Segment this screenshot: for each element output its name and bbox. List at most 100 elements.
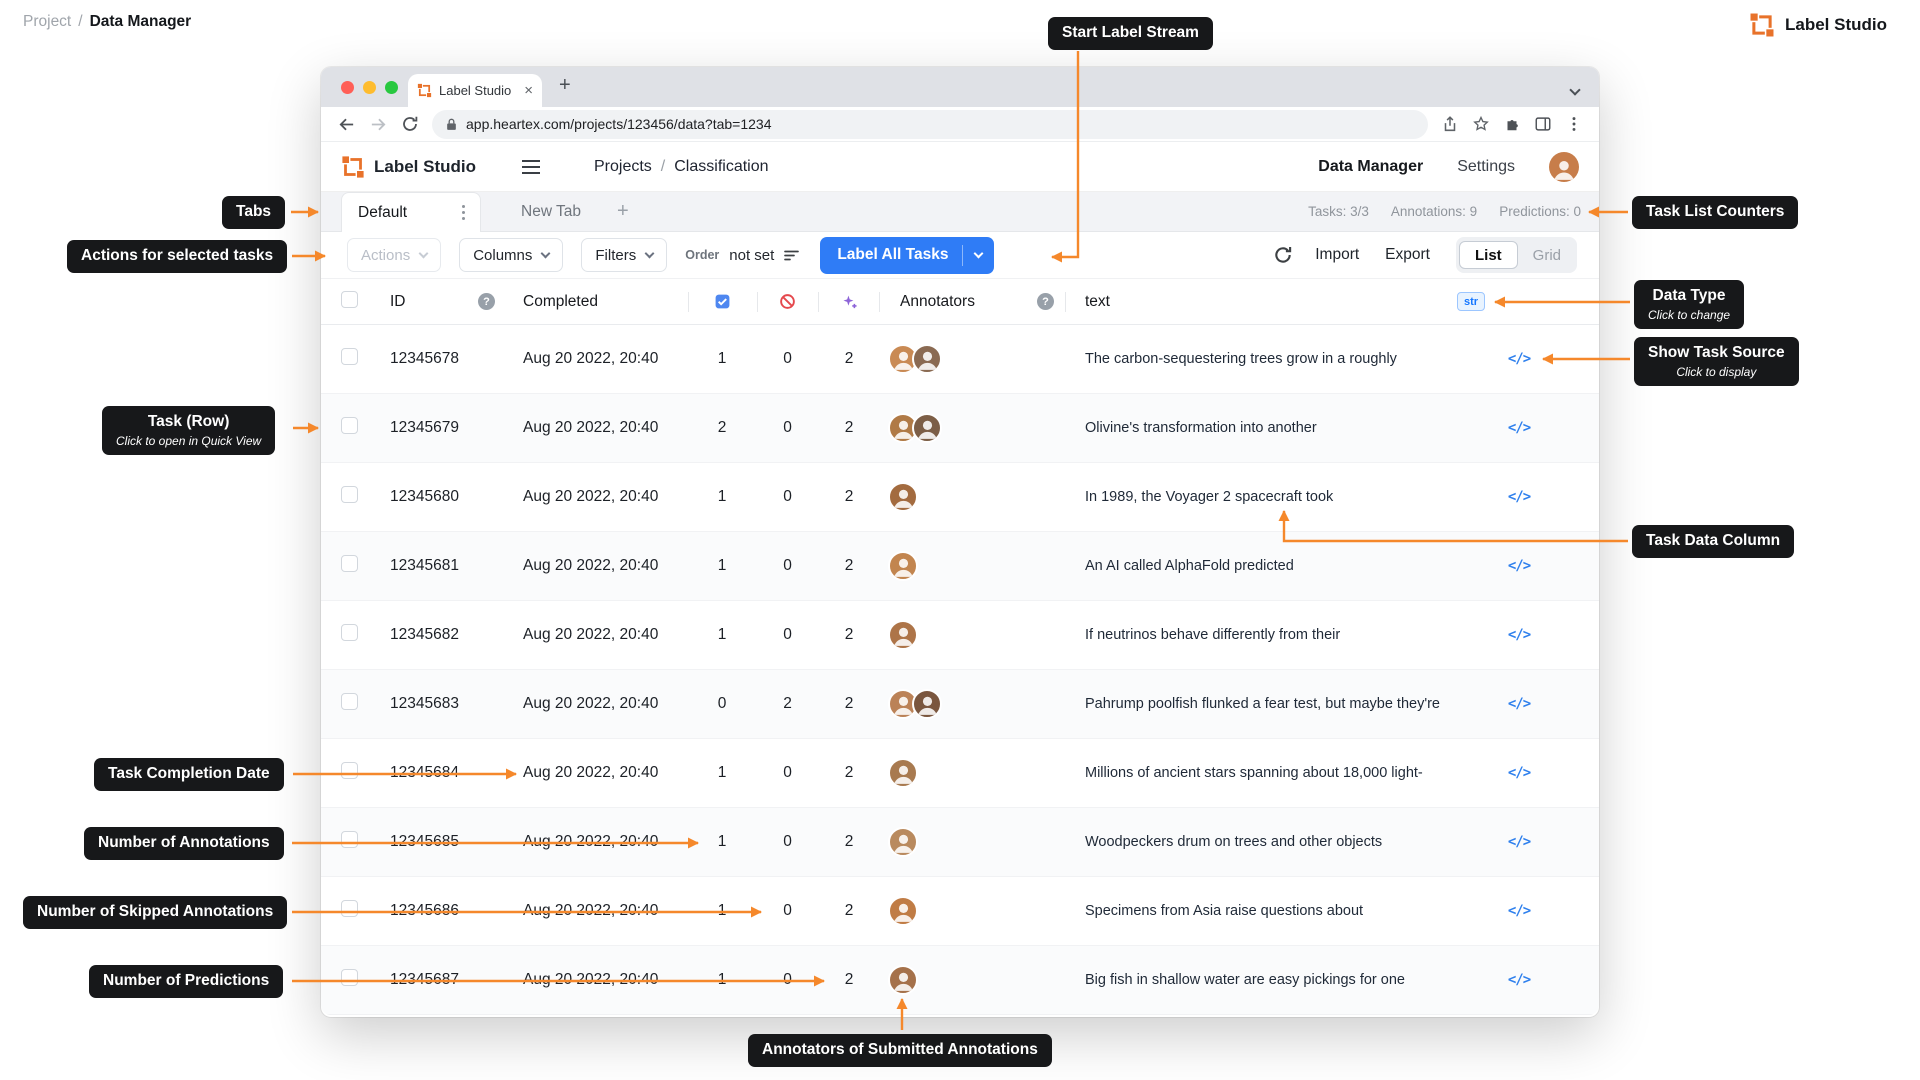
filters-label: Filters xyxy=(595,246,637,264)
row-checkbox[interactable] xyxy=(341,555,358,572)
row-checkbox[interactable] xyxy=(341,831,358,848)
row-checkbox[interactable] xyxy=(341,969,358,986)
show-source-icon[interactable]: </> xyxy=(1508,627,1531,643)
column-header-predictions[interactable] xyxy=(817,293,881,310)
view-grid-button[interactable]: Grid xyxy=(1520,241,1574,269)
breadcrumb-projects[interactable]: Projects xyxy=(594,158,652,176)
row-checkbox[interactable] xyxy=(341,624,358,641)
new-tab-button[interactable]: + xyxy=(559,74,571,97)
table-row[interactable]: 12345685 Aug 20 2022, 20:40 1 0 2 Woodpe… xyxy=(321,808,1599,877)
user-avatar[interactable] xyxy=(1549,151,1579,182)
row-checkbox[interactable] xyxy=(341,486,358,503)
annotations-counter: Annotations: 9 xyxy=(1390,204,1478,219)
table-row[interactable]: 12345683 Aug 20 2022, 20:40 0 2 2 Pahrum… xyxy=(321,670,1599,739)
annotator-avatar[interactable] xyxy=(888,758,918,788)
label-stream-chevron-icon[interactable] xyxy=(963,248,994,258)
show-source-icon[interactable]: </> xyxy=(1508,834,1531,850)
annotator-avatar[interactable] xyxy=(888,482,918,512)
predictions-count: 2 xyxy=(844,833,854,850)
annotator-avatar[interactable] xyxy=(888,620,918,650)
sidebar-icon[interactable] xyxy=(1534,115,1552,133)
table-row[interactable]: 12345682 Aug 20 2022, 20:40 1 0 2 If neu… xyxy=(321,601,1599,670)
address-bar[interactable]: app.heartex.com/projects/123456/data?tab… xyxy=(432,109,1428,139)
dm-tabs-row: Default New Tab + Tasks: 3/3 Annotations… xyxy=(321,192,1599,232)
browser-menu-kebab-icon[interactable] xyxy=(1565,115,1583,133)
help-icon[interactable]: ? xyxy=(1037,293,1054,310)
row-checkbox[interactable] xyxy=(341,900,358,917)
table-row[interactable]: 12345684 Aug 20 2022, 20:40 1 0 2 Millio… xyxy=(321,739,1599,808)
annotator-avatar[interactable] xyxy=(912,689,942,719)
show-source-icon[interactable]: </> xyxy=(1508,351,1531,367)
annotator-avatar[interactable] xyxy=(912,344,942,374)
nav-data-manager[interactable]: Data Manager xyxy=(1318,158,1423,176)
show-source-icon[interactable]: </> xyxy=(1508,903,1531,919)
row-checkbox[interactable] xyxy=(341,693,358,710)
show-source-icon[interactable]: </> xyxy=(1508,696,1531,712)
import-button[interactable]: Import xyxy=(1315,246,1359,264)
forward-icon[interactable] xyxy=(369,115,388,134)
annotator-avatar[interactable] xyxy=(888,965,918,995)
label-all-tasks-button[interactable]: Label All Tasks xyxy=(820,236,995,274)
extension-puzzle-icon[interactable] xyxy=(1503,115,1521,133)
annotator-avatar[interactable] xyxy=(888,827,918,857)
sort-order-icon[interactable] xyxy=(783,247,800,264)
task-text: An AI called AlphaFold predicted xyxy=(1085,558,1294,574)
annotator-avatar[interactable] xyxy=(888,896,918,926)
row-checkbox[interactable] xyxy=(341,762,358,779)
browser-tab-strip: Label Studio × + xyxy=(321,67,1599,107)
table-row[interactable]: 12345678 Aug 20 2022, 20:40 1 0 2 The ca… xyxy=(321,325,1599,394)
skipped-count: 0 xyxy=(783,971,792,988)
task-id: 12345683 xyxy=(390,695,459,712)
tab-menu-kebab-icon[interactable] xyxy=(462,211,465,214)
column-header-id[interactable]: ID xyxy=(381,293,516,311)
order-value[interactable]: not set xyxy=(729,247,774,264)
reload-icon[interactable] xyxy=(401,115,419,133)
show-source-icon[interactable]: </> xyxy=(1508,420,1531,436)
column-header-annotations[interactable] xyxy=(686,293,758,310)
task-text: Specimens from Asia raise questions abou… xyxy=(1085,903,1364,919)
table-row[interactable]: 12345686 Aug 20 2022, 20:40 1 0 2 Specim… xyxy=(321,877,1599,946)
filters-dropdown[interactable]: Filters xyxy=(581,238,668,272)
annotator-avatar[interactable] xyxy=(912,413,942,443)
refresh-icon[interactable] xyxy=(1273,245,1293,265)
minimize-window-button[interactable] xyxy=(363,81,376,94)
back-icon[interactable] xyxy=(337,115,356,134)
help-icon[interactable]: ? xyxy=(478,293,495,310)
column-header-skipped[interactable] xyxy=(758,293,817,310)
browser-tab[interactable]: Label Studio × xyxy=(408,74,542,107)
show-source-icon[interactable]: </> xyxy=(1508,765,1531,781)
close-tab-icon[interactable]: × xyxy=(524,83,533,98)
show-source-icon[interactable]: </> xyxy=(1508,558,1531,574)
task-text: If neutrinos behave differently from the… xyxy=(1085,627,1341,643)
tab-search-chevron-icon[interactable] xyxy=(1569,81,1581,99)
table-row[interactable]: 12345680 Aug 20 2022, 20:40 1 0 2 In 198… xyxy=(321,463,1599,532)
table-row[interactable]: 12345681 Aug 20 2022, 20:40 1 0 2 An AI … xyxy=(321,532,1599,601)
share-icon[interactable] xyxy=(1441,115,1459,133)
breadcrumb-project[interactable]: Project xyxy=(23,13,71,31)
annotator-avatar[interactable] xyxy=(888,551,918,581)
table-row[interactable]: 12345679 Aug 20 2022, 20:40 2 0 2 Olivin… xyxy=(321,394,1599,463)
nav-settings[interactable]: Settings xyxy=(1457,158,1515,176)
close-window-button[interactable] xyxy=(341,81,354,94)
zoom-window-button[interactable] xyxy=(385,81,398,94)
tab-new-tab[interactable]: New Tab xyxy=(521,203,581,221)
hamburger-menu-icon[interactable] xyxy=(522,159,540,174)
column-header-completed[interactable]: Completed xyxy=(516,293,686,311)
table-row[interactable]: 12345687 Aug 20 2022, 20:40 1 0 2 Big fi… xyxy=(321,946,1599,1015)
add-tab-button[interactable]: + xyxy=(617,200,629,223)
row-checkbox[interactable] xyxy=(341,417,358,434)
actions-dropdown[interactable]: Actions xyxy=(347,238,442,272)
bookmark-star-icon[interactable] xyxy=(1472,115,1490,133)
show-source-icon[interactable]: </> xyxy=(1508,972,1531,988)
view-list-button[interactable]: List xyxy=(1458,241,1518,269)
columns-dropdown[interactable]: Columns xyxy=(459,238,564,272)
data-type-badge[interactable]: str xyxy=(1457,292,1486,311)
tab-default[interactable]: Default xyxy=(341,192,481,232)
show-source-icon[interactable]: </> xyxy=(1508,489,1531,505)
select-all-checkbox[interactable] xyxy=(341,290,358,308)
column-header-text[interactable]: text xyxy=(1071,293,1451,311)
export-button[interactable]: Export xyxy=(1385,246,1430,264)
row-checkbox[interactable] xyxy=(341,348,358,365)
predictions-column-icon xyxy=(842,295,857,309)
breadcrumb-classification: Classification xyxy=(674,157,769,175)
